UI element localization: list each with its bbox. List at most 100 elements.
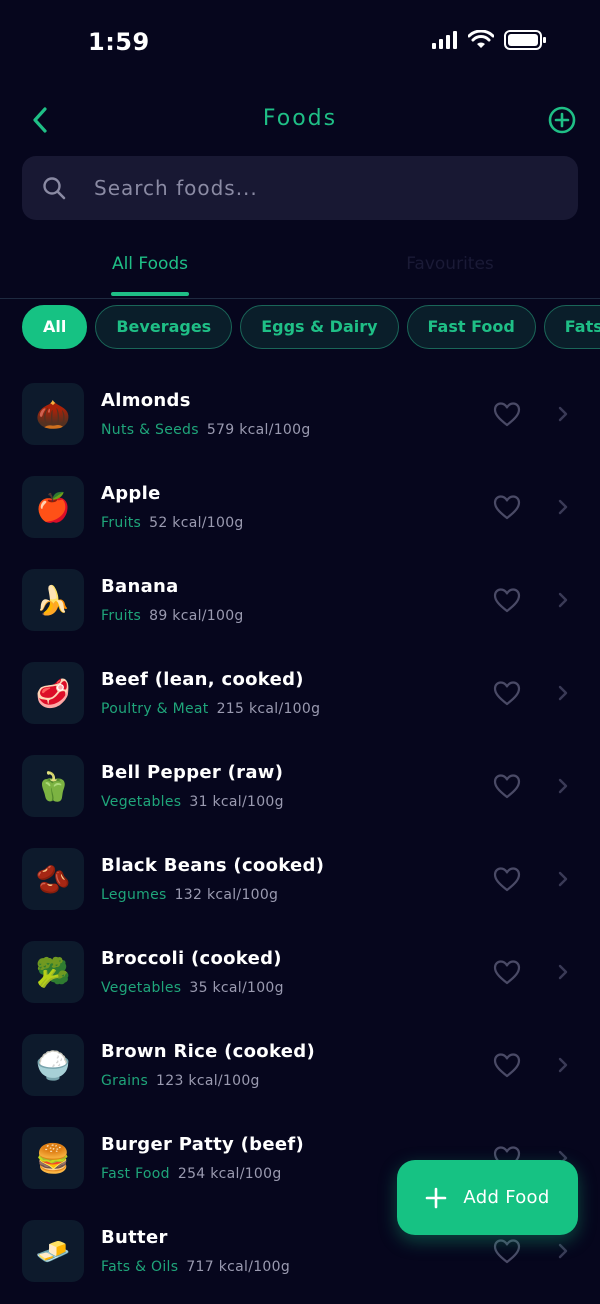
food-icon: 🫘 [22,848,84,910]
food-icon: 🧈 [22,1220,84,1282]
food-category: Legumes [101,887,167,903]
food-category: Nuts & Seeds [101,422,199,438]
food-row[interactable]: 🫘 Black Beans (cooked) Legumes 132 kcal/100… [0,831,600,924]
search-icon [43,177,66,200]
tab-favourites[interactable]: Favourites [300,236,600,298]
food-icon: 🍚 [22,1034,84,1096]
status-icons [432,30,546,50]
food-name: Broccoli (cooked) [101,948,282,969]
favourite-heart-icon[interactable] [492,586,522,614]
chevron-right-icon [555,962,571,982]
favourite-heart-icon[interactable] [492,400,522,428]
favourite-heart-icon[interactable] [492,772,522,800]
favourite-heart-icon[interactable] [492,1051,522,1079]
food-kcal: 89 kcal/100g [149,608,244,624]
food-meta: Vegetables 31 kcal/100g [101,794,284,810]
nav-bar: Foods [0,96,600,144]
cellular-signal-icon [432,31,457,49]
search-box[interactable] [22,156,578,220]
add-food-label: Add Food [463,1187,550,1208]
food-row[interactable]: 🫑 Bell Pepper (raw) Vegetables 31 kcal/100g [0,738,600,831]
food-category: Fats & Oils [101,1259,179,1275]
food-category: Fruits [101,608,142,624]
chip-fast-food[interactable]: Fast Food [406,305,536,349]
food-kcal: 52 kcal/100g [149,515,244,531]
food-category: Fruits [101,515,142,531]
favourite-heart-icon[interactable] [492,679,522,707]
food-kcal: 35 kcal/100g [189,980,284,996]
favourite-heart-icon[interactable] [492,493,522,521]
food-category: Vegetables [101,980,182,996]
chevron-right-icon [555,683,571,703]
tab-bar: All Foods Favourites [0,236,600,299]
food-name: Butter [101,1227,168,1248]
food-kcal: 132 kcal/100g [174,887,279,903]
food-category: Poultry & Meat [101,701,209,717]
food-kcal: 579 kcal/100g [206,422,311,438]
add-food-button[interactable]: Add Food [397,1160,578,1235]
category-chips: AllBeveragesEggs & DairyFast FoodFats & [22,305,600,349]
food-meta: Fruits 52 kcal/100g [101,515,244,531]
food-row[interactable]: 🌰 Almonds Nuts & Seeds 579 kcal/100g [0,366,600,459]
plus-circle-icon [548,106,576,134]
active-tab-indicator [111,292,189,296]
food-icon: 🍎 [22,476,84,538]
food-meta: Vegetables 35 kcal/100g [101,980,284,996]
food-name: Bell Pepper (raw) [101,762,284,783]
food-meta: Fruits 89 kcal/100g [101,608,244,624]
food-kcal: 717 kcal/100g [186,1259,291,1275]
chip-fats-oils[interactable]: Fats & [543,305,600,349]
chevron-right-icon [555,404,571,424]
food-row[interactable]: 🍚 Brown Rice (cooked) Grains 123 kcal/100g [0,1017,600,1110]
food-name: Apple [101,483,161,504]
favourite-heart-icon[interactable] [492,865,522,893]
food-list: 🌰 Almonds Nuts & Seeds 579 kcal/100g 🍎 Apple F… [0,366,600,1296]
add-food-icon-button[interactable] [544,102,580,138]
chevron-right-icon [555,869,571,889]
food-category: Grains [101,1073,149,1089]
food-name: Burger Patty (beef) [101,1134,304,1155]
food-icon: 🫑 [22,755,84,817]
food-kcal: 254 kcal/100g [177,1166,282,1182]
favourite-heart-icon[interactable] [492,1237,522,1265]
food-kcal: 31 kcal/100g [189,794,284,810]
food-meta: Fats & Oils 717 kcal/100g [101,1259,290,1275]
food-row[interactable]: 🍎 Apple Fruits 52 kcal/100g [0,459,600,552]
search-input[interactable] [94,156,554,220]
chip-beverages[interactable]: Beverages [95,305,233,349]
battery-icon [504,30,546,50]
chip-all[interactable]: All [22,305,88,349]
food-icon: 🌰 [22,383,84,445]
food-category: Fast Food [101,1166,170,1182]
chevron-right-icon [555,590,571,610]
foods-screen: 1:59 Foods Search foods... All Foods Fav… [0,0,600,1304]
chevron-right-icon [555,1241,571,1261]
food-meta: Grains 123 kcal/100g [101,1073,260,1089]
food-icon: 🍌 [22,569,84,631]
food-name: Black Beans (cooked) [101,855,325,876]
status-bar: 1:59 [0,0,600,88]
tab-all-foods[interactable]: All Foods [0,236,300,298]
food-name: Brown Rice (cooked) [101,1041,315,1062]
food-meta: Poultry & Meat 215 kcal/100g [101,701,320,717]
wifi-icon [468,30,494,48]
food-name: Almonds [101,390,191,411]
food-category: Vegetables [101,794,182,810]
food-kcal: 123 kcal/100g [156,1073,260,1089]
chip-eggs-dairy[interactable]: Eggs & Dairy [240,305,399,349]
status-time: 1:59 [88,28,150,56]
food-name: Beef (lean, cooked) [101,669,304,690]
food-kcal: 215 kcal/100g [216,701,321,717]
food-icon: 🥦 [22,941,84,1003]
chevron-right-icon [555,497,571,517]
favourite-heart-icon[interactable] [492,958,522,986]
food-icon: 🥩 [22,662,84,724]
food-row[interactable]: 🍌 Banana Fruits 89 kcal/100g [0,552,600,645]
food-row[interactable]: 🥩 Beef (lean, cooked) Poultry & Meat 215 kc… [0,645,600,738]
food-name: Banana [101,576,179,597]
chevron-right-icon [555,1055,571,1075]
food-icon: 🍔 [22,1127,84,1189]
food-row[interactable]: 🥦 Broccoli (cooked) Vegetables 35 kcal/100g [0,924,600,1017]
food-meta: Legumes 132 kcal/100g [101,887,278,903]
page-title: Foods [262,106,338,131]
